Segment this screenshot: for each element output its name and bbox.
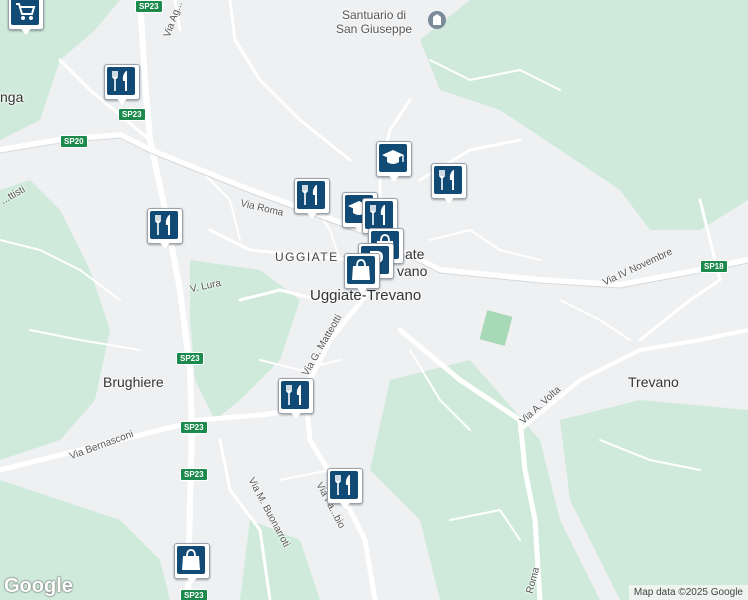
town-label-trevano: Trevano (628, 374, 679, 390)
shopping-cart-icon (16, 3, 36, 20)
shopping-bag-icon (182, 549, 200, 570)
shop-marker[interactable] (174, 543, 210, 589)
map-attribution[interactable]: Map data ©2025 Google (628, 585, 748, 600)
restaurant-marker[interactable] (327, 468, 363, 514)
poi-label-line2: San Giuseppe (336, 22, 413, 36)
road-shield-sp20: SP20 (60, 135, 88, 148)
school-marker[interactable] (376, 141, 412, 187)
road-shield-sp18: SP18 (700, 260, 728, 273)
road-shield-sp23: SP23 (135, 0, 163, 13)
fork-knife-icon (370, 205, 385, 225)
fork-knife-icon (335, 475, 350, 495)
graduation-cap-icon (382, 150, 404, 164)
restaurant-marker[interactable] (294, 178, 330, 224)
google-logo[interactable]: Google (4, 575, 73, 598)
fork-knife-icon (286, 385, 301, 405)
restaurant-marker[interactable] (431, 163, 467, 209)
town-label-brughiere: Brughiere (103, 374, 164, 390)
road-shield-sp23: SP23 (180, 421, 208, 434)
village-label-uggiate: UGGIATE (275, 250, 339, 264)
church-icon[interactable] (428, 11, 446, 29)
road-shield-sp23: SP23 (180, 589, 208, 600)
poi-label-line1: Santuario di (342, 8, 407, 22)
town-label-partial-ate: ate (405, 246, 425, 262)
fork-knife-icon (112, 71, 127, 91)
restaurant-marker[interactable] (104, 64, 140, 110)
shopping-bag-icon (352, 259, 370, 280)
town-label-partial: nga (0, 89, 24, 105)
map-canvas[interactable]: Uggiate-Trevano UGGIATE Trevano Brughier… (0, 0, 748, 600)
supermarket-marker[interactable] (8, 0, 44, 40)
restaurant-marker[interactable] (278, 378, 314, 424)
shop-marker[interactable] (344, 253, 380, 299)
road-shield-sp23: SP23 (180, 468, 208, 481)
fork-knife-icon (439, 170, 454, 190)
fork-knife-icon (302, 185, 317, 205)
restaurant-marker[interactable] (147, 208, 183, 254)
poi-label-santuario[interactable]: Santuario di San Giuseppe (336, 8, 412, 36)
road-shield-sp23: SP23 (176, 352, 204, 365)
fork-knife-icon (155, 215, 170, 235)
